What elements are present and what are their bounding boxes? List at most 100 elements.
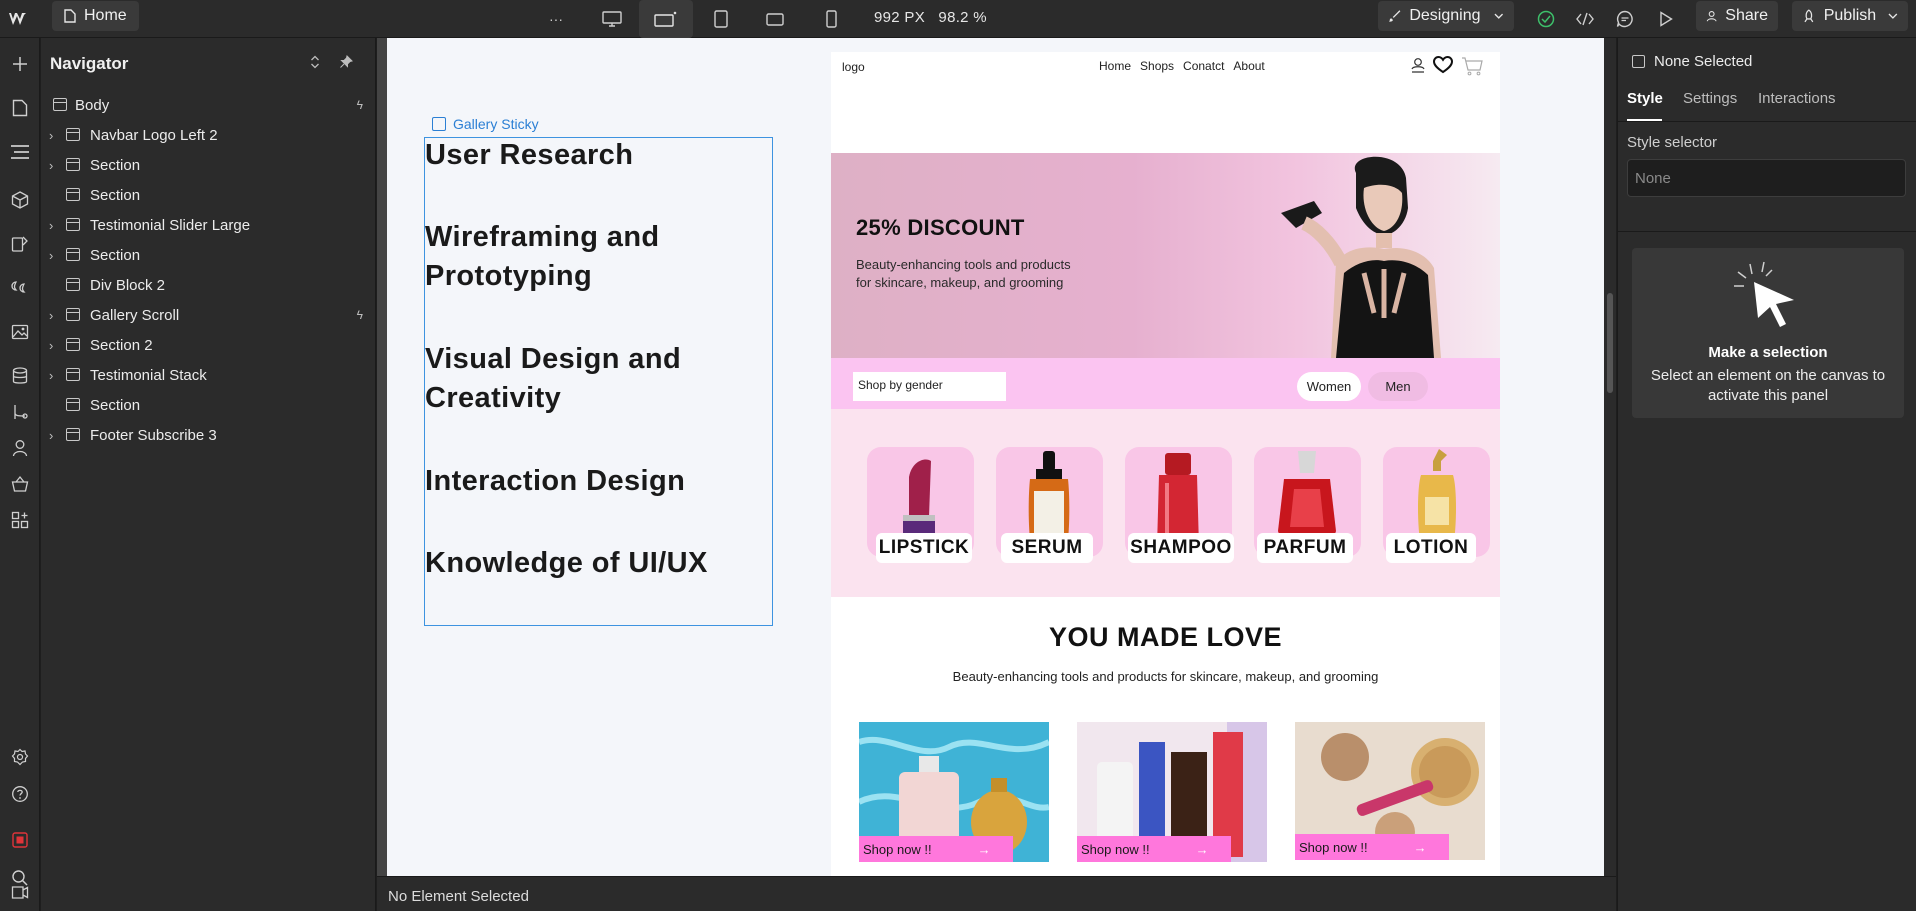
navigator-tree: Body ϟ › Navbar Logo Left 2 › Section Section ›… <box>41 90 375 450</box>
site-nav-about[interactable]: About <box>1233 59 1264 73</box>
navigator-item[interactable]: › Gallery Scroll ϟ <box>41 300 375 330</box>
page-selector[interactable]: Home <box>52 1 139 31</box>
check-status-icon[interactable] <box>1531 4 1561 34</box>
navigator-item[interactable]: › Section 2 <box>41 330 375 360</box>
category-label[interactable]: LOTION <box>1386 533 1476 563</box>
tab-interactions[interactable]: Interactions <box>1758 90 1836 107</box>
section-subtitle: Beauty-enhancing tools and products for … <box>952 669 1379 684</box>
shop-now-button[interactable]: Shop now !! → <box>859 836 1013 862</box>
designer-canvas[interactable]: Gallery Sticky User Research Wireframing… <box>377 38 1604 876</box>
code-icon[interactable] <box>1570 4 1600 34</box>
heart-icon[interactable] <box>1433 56 1453 74</box>
product-card[interactable]: Shop now !! → <box>859 722 1049 862</box>
components-icon[interactable] <box>6 186 34 214</box>
category-label[interactable]: SERUM <box>1001 533 1093 563</box>
gallery-sticky-label[interactable]: Gallery Sticky <box>432 116 539 132</box>
settings-gear-icon[interactable] <box>6 743 34 771</box>
chevron-right-icon[interactable]: › <box>49 248 59 263</box>
category-label[interactable]: SHAMPOO <box>1128 533 1234 563</box>
hero-banner: 25% DISCOUNT Beauty-enhancing tools and … <box>831 153 1500 358</box>
canvas-viewport[interactable]: Gallery Sticky User Research Wireframing… <box>387 38 1604 876</box>
men-button[interactable]: Men <box>1368 372 1428 401</box>
navigator-item[interactable]: › Testimonial Slider Large <box>41 210 375 240</box>
navigator-item[interactable]: Div Block 2 <box>41 270 375 300</box>
cart-icon[interactable] <box>1461 56 1483 76</box>
navigator-item-label: Testimonial Stack <box>90 366 207 384</box>
shop-now-button[interactable]: Shop now !! → <box>1295 834 1449 860</box>
product-card[interactable]: Shop now !! → <box>1295 722 1485 860</box>
site-nav-home[interactable]: Home <box>1099 59 1131 73</box>
variables-icon[interactable] <box>6 274 34 302</box>
chevron-right-icon[interactable]: › <box>49 368 59 383</box>
navigator-item[interactable]: › Navbar Logo Left 2 <box>41 120 375 150</box>
chevron-right-icon[interactable]: › <box>49 308 59 323</box>
mobile-landscape-breakpoint-icon[interactable] <box>760 4 790 34</box>
arrow-right-icon: → <box>1195 841 1209 857</box>
site-logo[interactable]: logo <box>842 60 865 74</box>
mobile-portrait-breakpoint-icon[interactable] <box>816 4 846 34</box>
logic-icon[interactable] <box>6 398 34 426</box>
tab-style[interactable]: Style <box>1627 90 1663 107</box>
style-selectors-icon[interactable] <box>6 230 34 258</box>
navigator-item[interactable]: › Testimonial Stack <box>41 360 375 390</box>
record-icon[interactable] <box>6 826 34 854</box>
navigator-item-label: Footer Subscribe 3 <box>90 426 217 444</box>
gallery-sticky-element[interactable]: User Research Wireframing and Prototypin… <box>424 137 773 626</box>
empty-selection-text: Select an element on the canvas to activ… <box>1650 367 1886 404</box>
ecommerce-icon[interactable] <box>6 470 34 498</box>
navigator-item[interactable]: › Footer Subscribe 3 <box>41 420 375 450</box>
chevron-right-icon[interactable]: › <box>49 158 59 173</box>
chevron-right-icon[interactable]: › <box>49 338 59 353</box>
style-selector-input[interactable]: None <box>1627 159 1906 197</box>
base-breakpoint-icon[interactable] <box>639 0 693 38</box>
women-button[interactable]: Women <box>1297 372 1361 401</box>
site-nav-contact[interactable]: Conatct <box>1183 59 1224 73</box>
element-box-icon <box>66 428 80 441</box>
add-element-icon[interactable] <box>6 50 34 78</box>
navigator-item[interactable]: › Section <box>41 240 375 270</box>
element-box-icon <box>66 308 80 321</box>
navigator-item[interactable]: › Section <box>41 150 375 180</box>
shop-now-button[interactable]: Shop now !! → <box>1077 836 1231 862</box>
users-icon[interactable] <box>6 434 34 462</box>
divider <box>1618 231 1916 232</box>
account-icon[interactable] <box>1411 56 1425 74</box>
category-label[interactable]: PARFUM <box>1257 533 1353 563</box>
assets-icon[interactable] <box>6 318 34 346</box>
chevron-right-icon[interactable]: › <box>49 218 59 233</box>
product-card[interactable]: Shop now !! → <box>1077 722 1267 862</box>
element-box-icon <box>66 338 80 351</box>
navigator-item[interactable]: Body ϟ <box>41 90 375 120</box>
desktop-breakpoint-icon[interactable] <box>597 4 627 34</box>
navigator-icon[interactable] <box>6 138 34 166</box>
cursor-click-icon <box>1734 261 1794 327</box>
help-icon[interactable] <box>6 780 34 808</box>
site-preview[interactable]: logo Home Shops Conatct About 25% DISCOU… <box>831 52 1500 876</box>
share-button[interactable]: Share <box>1696 1 1778 31</box>
skill-heading: User Research <box>425 139 634 171</box>
category-label[interactable]: LIPSTICK <box>876 533 972 563</box>
chevron-right-icon[interactable]: › <box>49 428 59 443</box>
shop-by-gender-field[interactable]: Shop by gender <box>853 372 1006 401</box>
navigator-item[interactable]: Section <box>41 180 375 210</box>
mode-dropdown[interactable]: Designing <box>1378 1 1514 31</box>
apps-icon[interactable] <box>6 506 34 534</box>
page-icon <box>64 9 76 23</box>
canvas-scrollbar[interactable] <box>1604 38 1616 876</box>
comments-icon[interactable] <box>1610 4 1640 34</box>
tab-settings[interactable]: Settings <box>1683 90 1737 107</box>
pin-panel-icon[interactable] <box>336 52 356 72</box>
chevron-right-icon[interactable]: › <box>49 128 59 143</box>
webflow-logo-icon[interactable] <box>8 7 32 31</box>
preview-play-icon[interactable] <box>1651 4 1681 34</box>
scrollbar-thumb[interactable] <box>1607 293 1613 393</box>
cms-icon[interactable] <box>6 362 34 390</box>
expand-collapse-icon[interactable] <box>305 52 325 72</box>
more-options-icon[interactable]: ··· <box>541 4 571 34</box>
tablet-breakpoint-icon[interactable] <box>706 4 736 34</box>
video-tutorials-icon[interactable] <box>6 878 34 906</box>
publish-button[interactable]: Publish <box>1792 1 1908 31</box>
pages-icon[interactable] <box>6 94 34 122</box>
site-nav-shops[interactable]: Shops <box>1140 59 1174 73</box>
navigator-item[interactable]: Section <box>41 390 375 420</box>
